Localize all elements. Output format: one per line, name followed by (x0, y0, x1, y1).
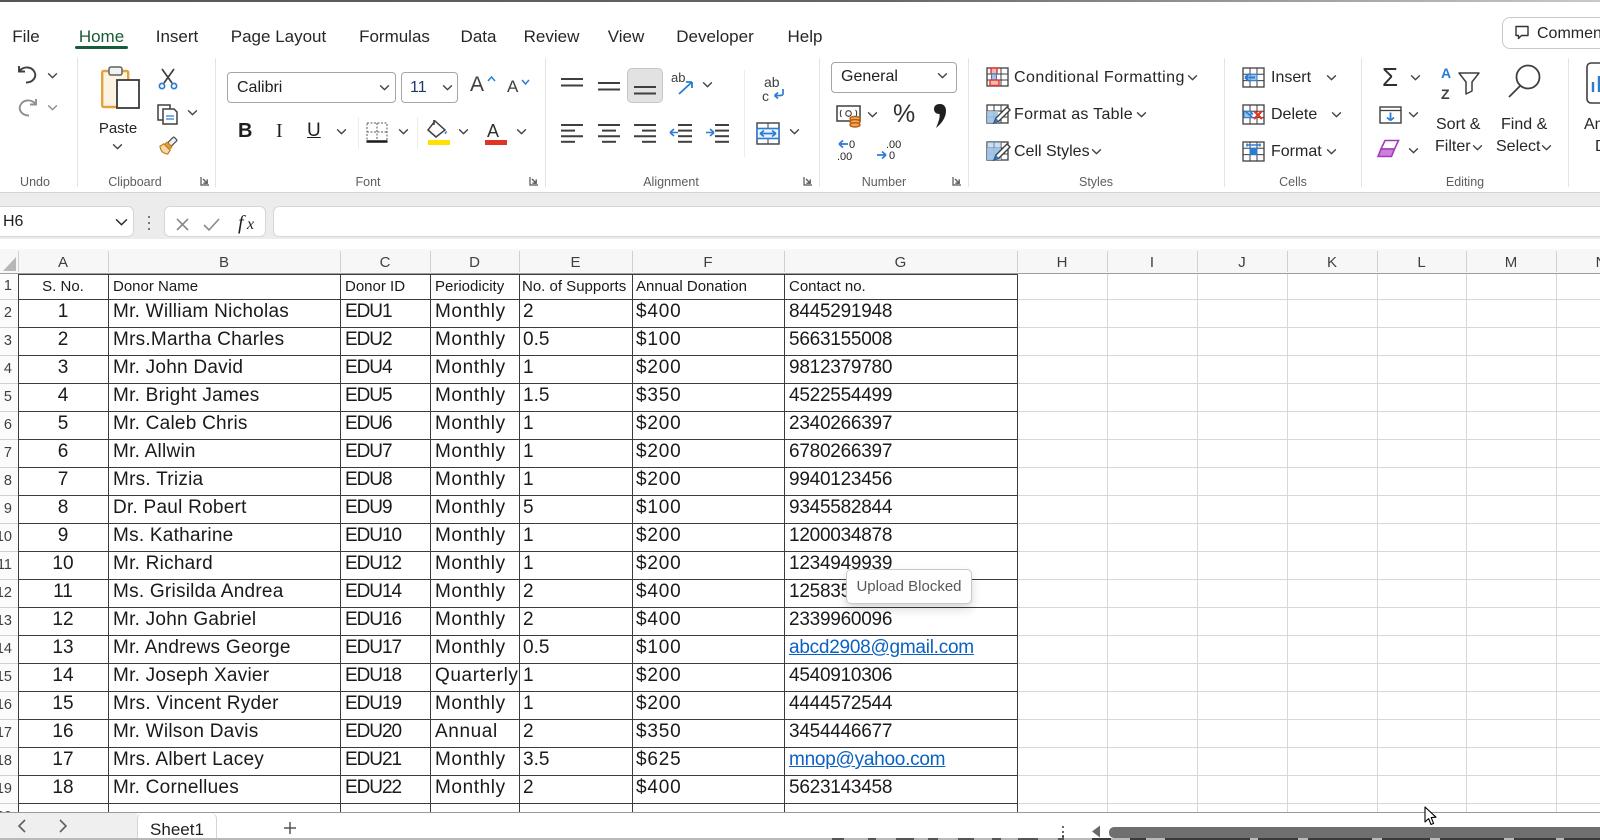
svg-text:0: 0 (849, 139, 855, 151)
svg-text:0: 0 (889, 150, 895, 162)
svg-text:.00: .00 (837, 151, 852, 163)
